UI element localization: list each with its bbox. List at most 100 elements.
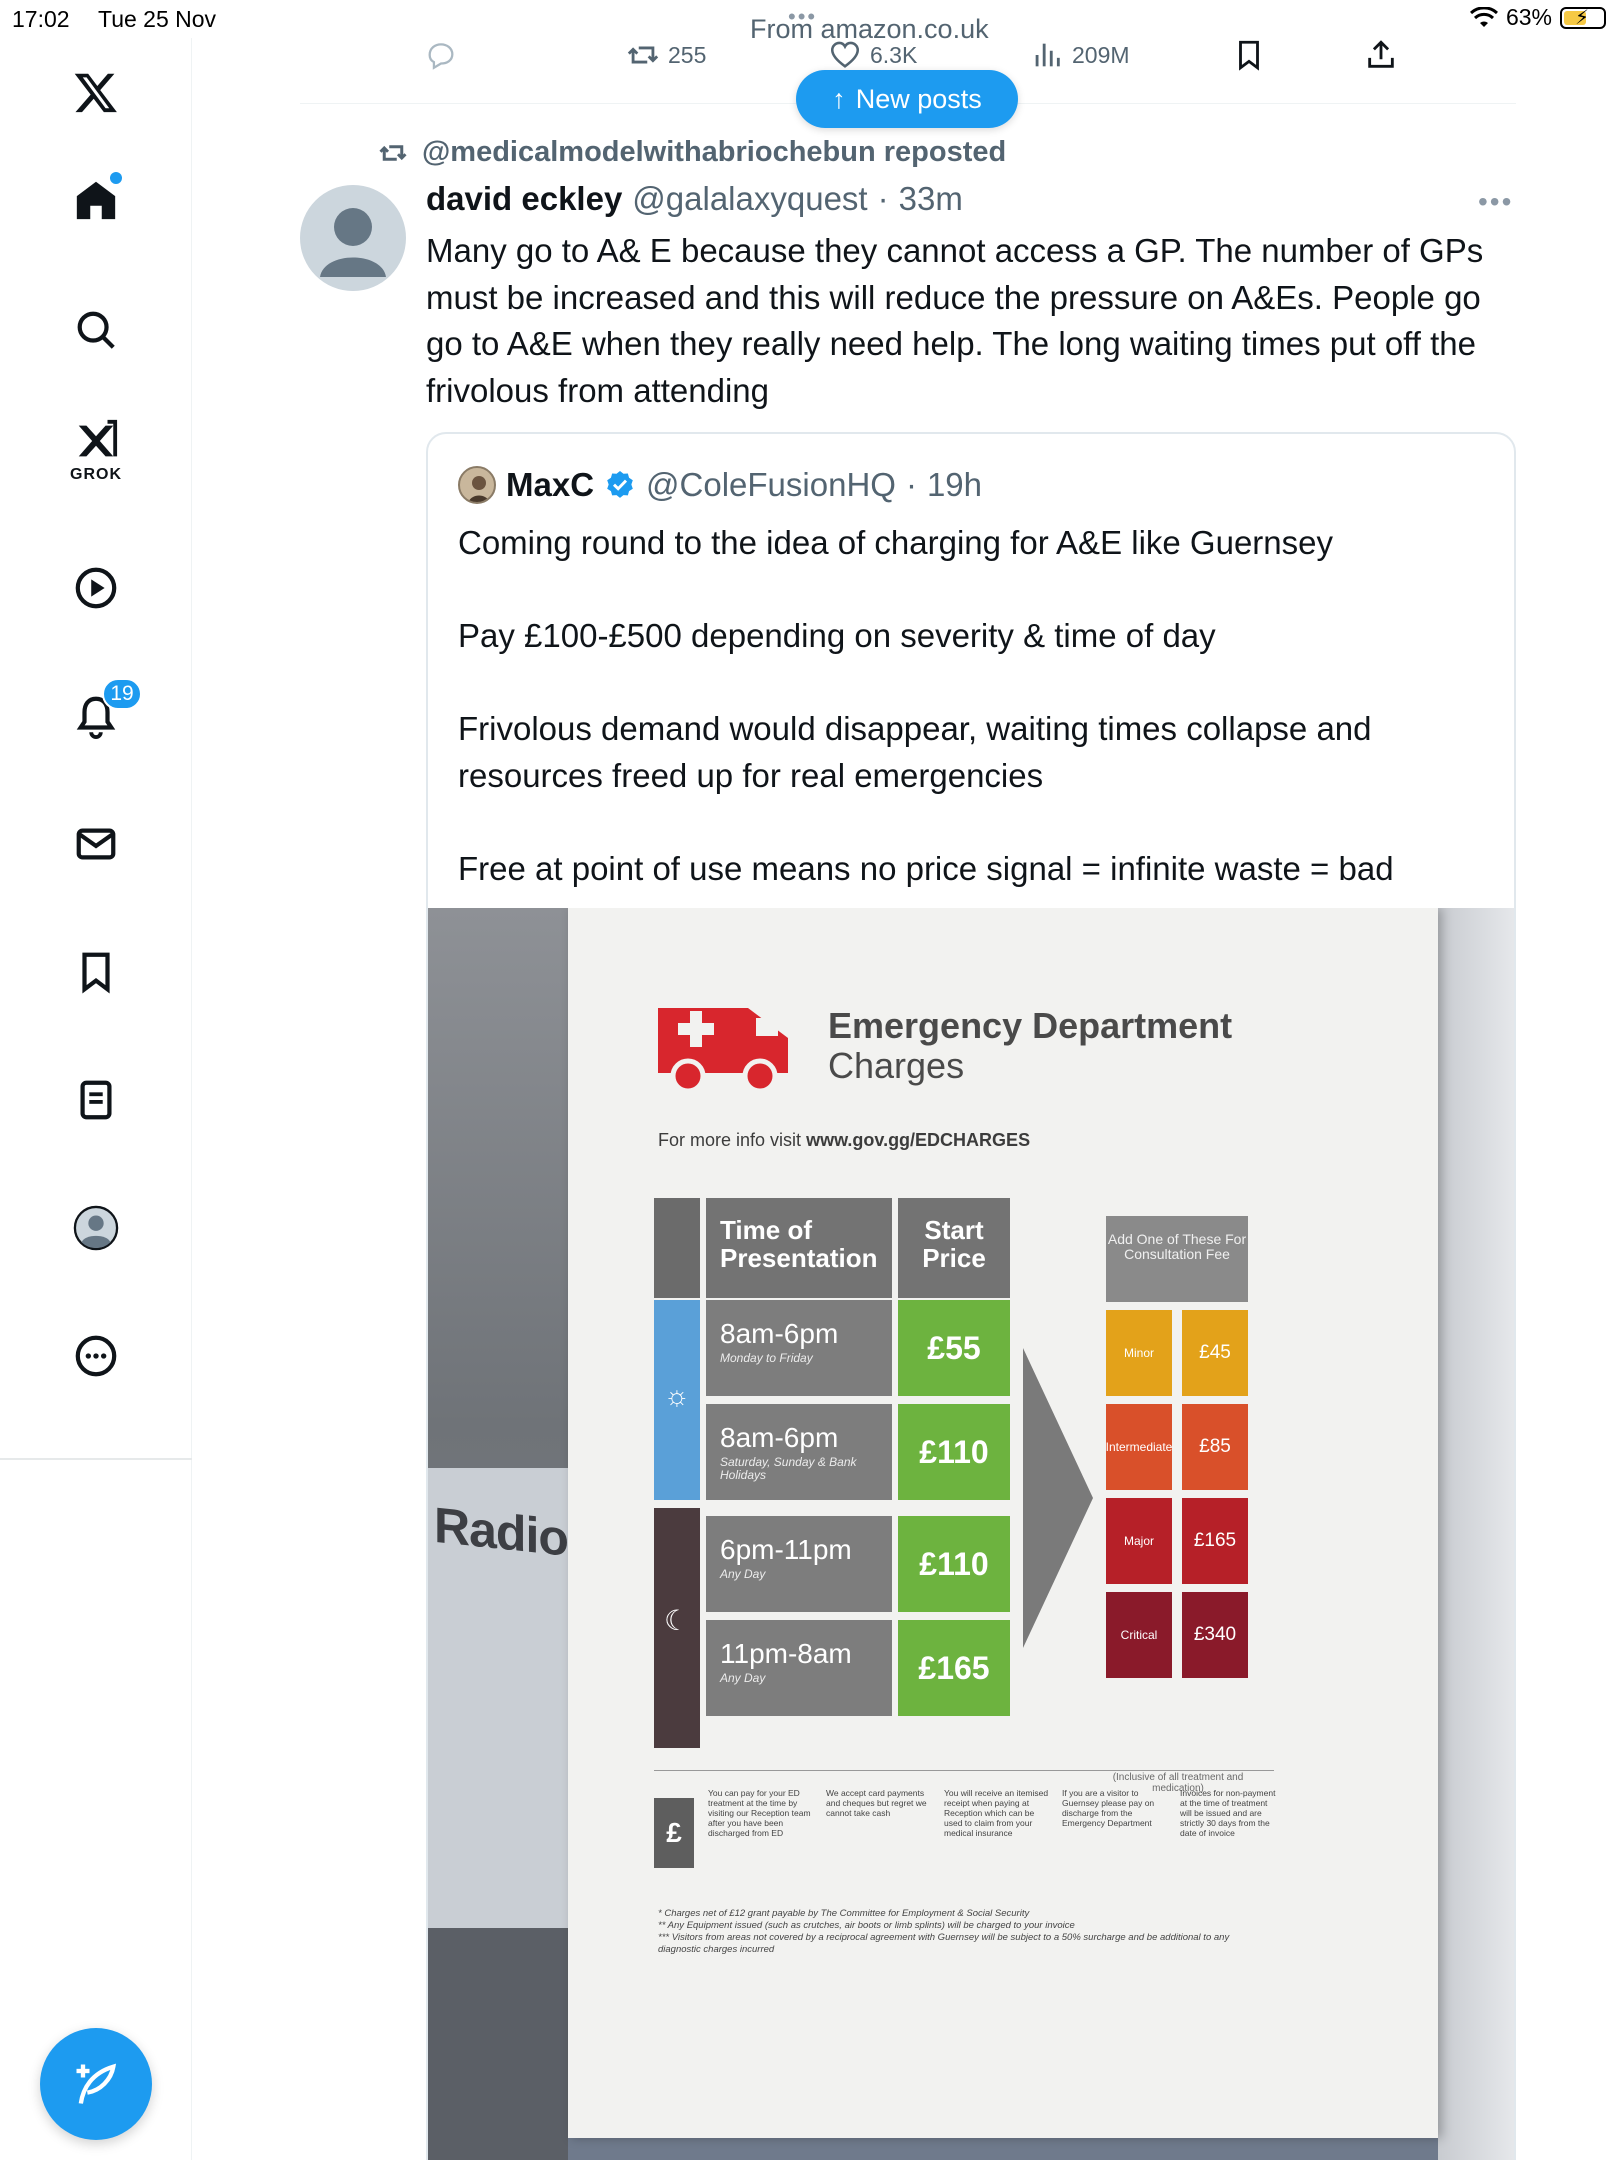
post-header: david eckley @galalaxyquest · 33m (426, 180, 963, 218)
mail-icon (76, 828, 116, 860)
fee-label: Intermediate (1106, 1404, 1172, 1490)
photo-window-frame (1438, 908, 1514, 2160)
bookmark-icon (1239, 40, 1259, 71)
poster-note: ** Any Equipment issued (such as crutche… (658, 1920, 1075, 1931)
footer-column: You can pay for your ED treatment at the… (708, 1788, 811, 1838)
post-time[interactable]: 33m (899, 180, 963, 218)
pound-icon: £ (654, 1798, 694, 1868)
poster-info-url: www.gov.gg/EDCHARGES (806, 1130, 1031, 1150)
sidebar: GROK 19 (0, 38, 192, 2160)
repost-count: 255 (668, 41, 707, 68)
poster-subtitle: Charges (828, 1045, 965, 1086)
band-day: ☼ (654, 1300, 700, 1500)
footer-column: We accept card payments and cheques but … (826, 1788, 927, 1818)
explore-nav[interactable] (66, 300, 126, 360)
quote-paragraph: Frivolous demand would disappear, waitin… (458, 710, 1372, 794)
fee-value: £45 (1182, 1310, 1248, 1396)
grok-nav[interactable]: GROK (66, 418, 126, 498)
author-handle[interactable]: @galalaxyquest (632, 180, 867, 218)
quote-text: Coming round to the idea of charging for… (458, 520, 1488, 939)
price-cell: £110 (898, 1516, 1010, 1612)
fee-label: Minor (1106, 1310, 1172, 1396)
charging-bolt-icon: ⚡ (1575, 6, 1590, 29)
play-icon (75, 567, 117, 609)
views-count: 209M (1072, 41, 1130, 68)
new-posts-label: New posts (855, 83, 982, 114)
avatar-icon (73, 1205, 119, 1251)
quote-paragraph: Free at point of use means no price sign… (458, 849, 1394, 887)
share-icon (1368, 40, 1394, 68)
share-button[interactable] (1364, 38, 1398, 72)
footer-divider (654, 1770, 1274, 1771)
footer-column: Invoices for non-payment at the time of … (1180, 1788, 1276, 1838)
poster-title: Emergency Department Charges (828, 1006, 1232, 1086)
bookmark-button[interactable] (1232, 38, 1266, 72)
reply-button[interactable] (424, 38, 458, 72)
battery-percent: 63% (1505, 4, 1552, 30)
views-button[interactable]: 209M (1030, 38, 1130, 72)
x-logo-icon[interactable] (66, 62, 126, 122)
home-nav[interactable] (66, 170, 126, 230)
fee-value: £165 (1182, 1498, 1248, 1584)
arrow-shape (1023, 1348, 1093, 1648)
repost-icon (627, 46, 659, 64)
status-date: Tue 25 Nov (98, 6, 217, 32)
more-nav[interactable] (66, 1326, 126, 1386)
more-icon (75, 1335, 117, 1377)
status-time: 17:02 (12, 6, 70, 32)
profile-nav[interactable] (66, 1198, 126, 1258)
time-days: Monday to Friday (720, 1351, 813, 1365)
author-avatar[interactable] (300, 185, 406, 291)
bookmarks-nav[interactable] (66, 942, 126, 1002)
time-label: 8am-6pm (720, 1318, 839, 1349)
repost-icon (379, 144, 407, 161)
home-unread-dot (110, 172, 122, 184)
grok-label: GROK (70, 466, 122, 483)
notifications-nav[interactable]: 19 (66, 678, 142, 746)
photo-corridor-floor (428, 1928, 588, 2160)
quote-paragraph: Pay £100-£500 depending on severity & ti… (458, 617, 1216, 654)
repost-button[interactable]: 255 (626, 38, 706, 72)
video-nav[interactable] (66, 558, 126, 618)
new-posts-button[interactable]: ↑ New posts (796, 70, 1018, 128)
price-cell: £55 (898, 1300, 1010, 1396)
photo-stand-base (568, 2138, 1438, 2160)
time-row: 6pm-11pm Any Day (706, 1516, 892, 1612)
ambulance-icon (658, 1008, 788, 1094)
messages-nav[interactable] (66, 814, 126, 874)
time-row: 8am-6pm Monday to Friday (706, 1300, 892, 1396)
post-more-icon[interactable]: ••• (1478, 186, 1513, 218)
status-right: 63% ⚡ (1469, 4, 1606, 31)
home-icon (76, 181, 116, 220)
quote-author-name: MaxC (506, 466, 595, 503)
repost-context[interactable]: @medicalmodelwithabriochebun reposted (378, 136, 1006, 169)
author-name[interactable]: david eckley (426, 180, 622, 218)
like-button[interactable]: 6.3K (828, 38, 917, 72)
band-header (654, 1198, 700, 1298)
list-icon (80, 1080, 112, 1120)
attached-photo[interactable]: Radiology Emergency Department Charges F… (428, 908, 1514, 2160)
time-days: Saturday, Sunday & Bank Holidays (720, 1455, 857, 1482)
poster-info: For more info visit www.gov.gg/EDCHARGES (658, 1130, 1030, 1151)
views-icon (1035, 43, 1060, 67)
quote-time: 19h (926, 466, 983, 503)
lists-nav[interactable] (66, 1070, 126, 1130)
poster-note: * Charges net of £12 grant payable by Th… (658, 1908, 1030, 1919)
post-text: Many go to A& E because they cannot acce… (426, 232, 1484, 409)
quoted-post[interactable]: MaxC @ColeFusionHQ · 19h Coming round to… (426, 432, 1516, 2160)
time-label: 6pm-11pm (720, 1534, 852, 1565)
compose-feather-icon (76, 2063, 117, 2104)
sidebar-divider (0, 1458, 192, 1460)
notification-badge: 19 (102, 678, 142, 710)
band-night: ☾ (654, 1508, 700, 1748)
fee-value: £85 (1182, 1404, 1248, 1490)
sun-icon: ☼ (664, 1380, 690, 1411)
default-avatar-icon (320, 208, 386, 277)
time-row: 8am-6pm Saturday, Sunday & Bank Holidays (706, 1404, 892, 1500)
poster-notes: * Charges net of £12 grant payable by Th… (658, 1908, 1258, 1956)
footer-column: If you are a visitor to Guernsey please … (1062, 1788, 1155, 1828)
time-label: 11pm-8am (720, 1638, 852, 1669)
compose-button[interactable] (40, 2028, 152, 2140)
fee-label: Major (1106, 1498, 1172, 1584)
footer-column: You will receive an itemised receipt whe… (944, 1788, 1049, 1838)
